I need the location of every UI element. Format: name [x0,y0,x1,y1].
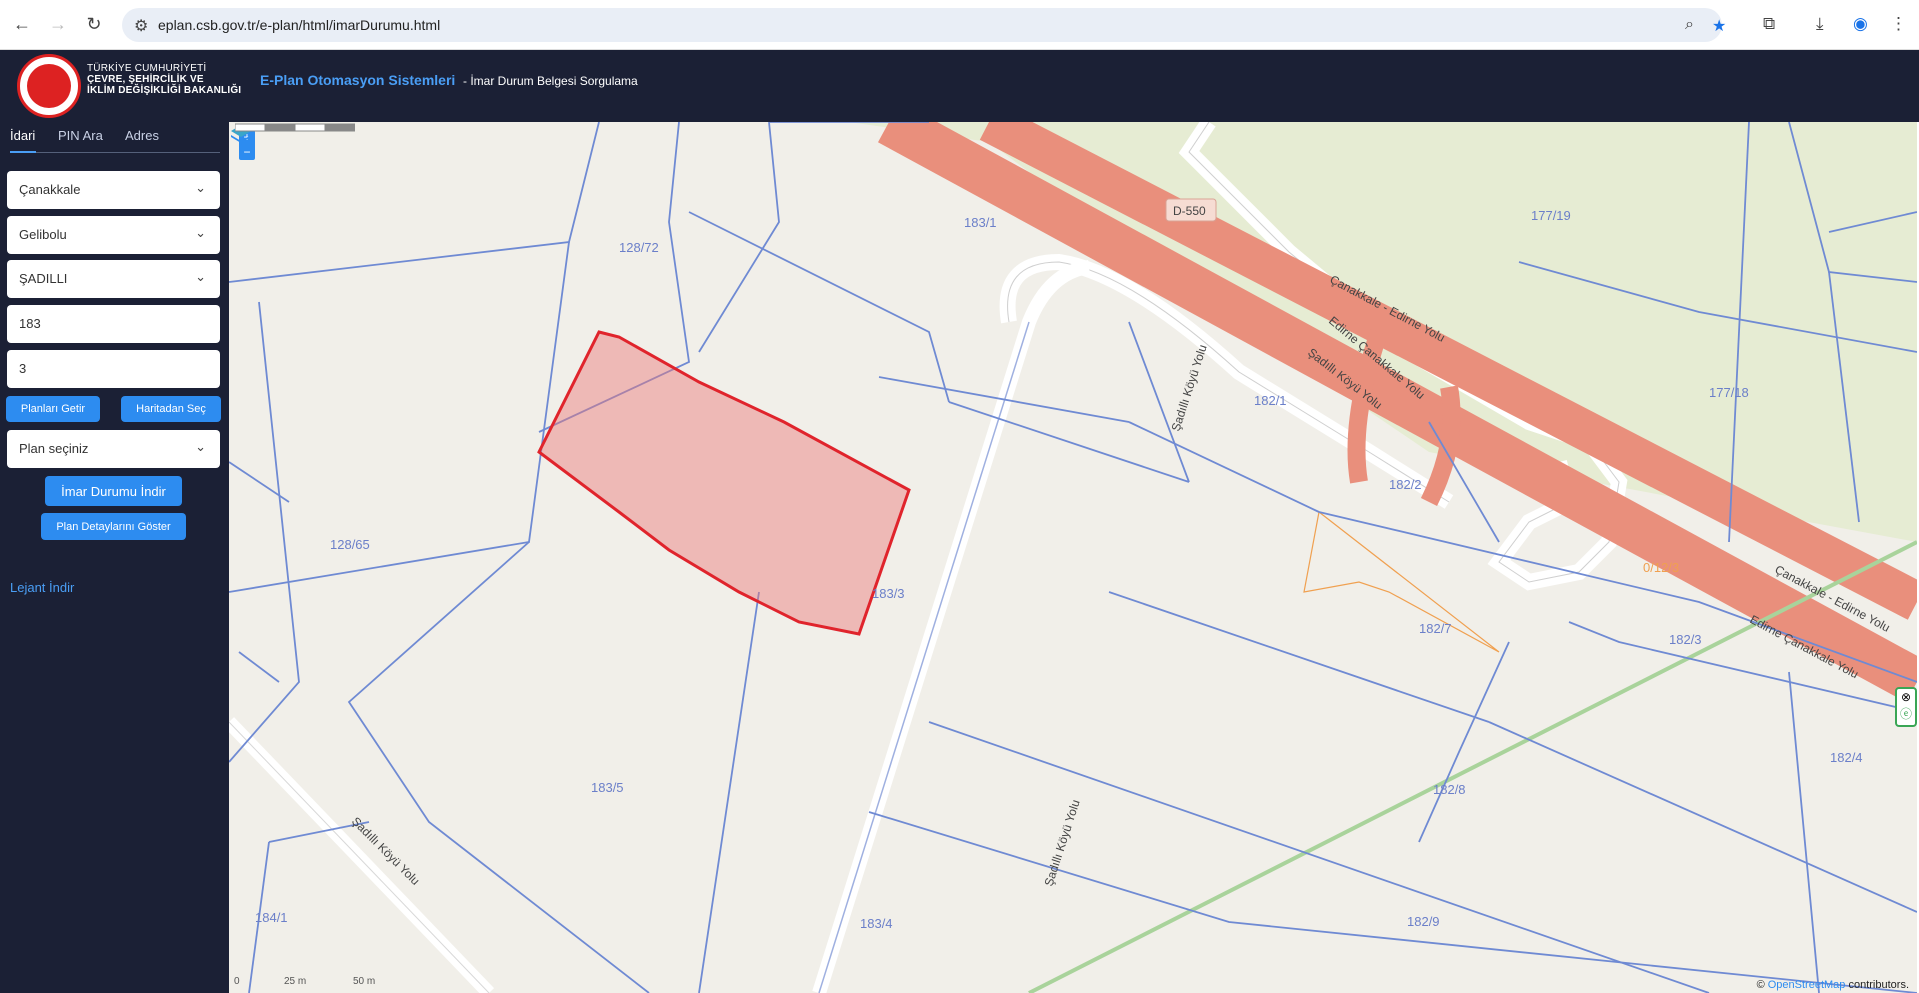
parcel-label: 128/65 [330,537,370,552]
parcel-label: 184/1 [255,910,288,925]
plan-select-value: Plan seçiniz [19,441,89,456]
road-label: Edirne Çanakkale Yolu [1748,612,1861,681]
scale-label-25: 25 m [284,976,307,987]
tab-adres[interactable]: Adres [125,128,159,143]
plan-details-button[interactable]: Plan Detaylarını Göster [41,513,186,540]
forward-icon[interactable]: → [46,12,70,36]
parcel-label: 182/7 [1419,621,1452,636]
parcel-label: 183/1 [964,215,997,230]
attribution-suffix: contributors. [1848,979,1909,991]
province-value: Çanakkale [19,182,81,197]
tab-divider [10,152,220,153]
scale-label-50: 50 m [353,976,376,987]
menu-icon[interactable]: ⋮ [1890,14,1907,34]
plan-select[interactable]: Plan seçiniz ⌄ [7,430,220,468]
parcel-label: 182/1 [1254,393,1287,408]
chevron-down-icon: ⌄ [195,180,206,195]
select-from-map-button[interactable]: Haritadan Seç [121,396,221,422]
parcel-label: 182/4 [1830,750,1863,765]
label-layer: 128/72 183/1 177/19 177/18 182/1 182/2 1… [255,198,1893,931]
parcel-value: 3 [19,361,27,376]
chevron-down-icon: ⌄ [195,225,206,240]
parcel-label: 128/72 [619,240,659,255]
app-header: TÜRKİYE CUMHURİYETİ ÇEVRE, ŞEHİRCİLİK VE… [0,50,1919,122]
parcel-label: 183/4 [860,916,893,931]
chevron-down-icon: ⌄ [195,269,206,284]
parcel-label: 0/12/3 [1643,560,1679,575]
road-label: Şadıllı Köyü Yolu [1042,798,1083,888]
close-circle-icon[interactable]: ⊗ [1897,689,1915,706]
attribution-prefix: © [1756,979,1765,991]
district-select[interactable]: Gelibolu ⌄ [7,216,220,254]
address-bar[interactable]: ⚙ eplan.csb.gov.tr/e-plan/html/imarDurum… [122,8,1726,42]
download-zoning-button[interactable]: İmar Durumu İndir [45,476,182,506]
zoom-out-button[interactable]: − [239,145,255,160]
app-subtitle: - İmar Durum Belgesi Sorgulama [463,74,638,88]
road-label: Şadıllı Köyü Yolu [1169,343,1210,433]
province-select[interactable]: Çanakkale ⌄ [7,171,220,209]
parcel-label: 177/19 [1531,208,1571,223]
road-label: Çanakkale - Edirne Yolu [1773,562,1893,634]
scale-label-0: 0 [234,976,240,987]
parcel-label: 182/3 [1669,632,1702,647]
parcel-label: 182/9 [1407,914,1440,929]
parcel-label: 183/3 [872,586,905,601]
app-title: E-Plan Otomasyon Sistemleri [260,72,456,88]
tab-idari[interactable]: İdari [10,128,35,143]
d550-shield: D-550 [1165,198,1217,222]
map-view[interactable]: 128/72 183/1 177/19 177/18 182/1 182/2 1… [229,122,1917,993]
side-tools: ⊗ ⓔ [1895,687,1917,727]
scale-bar [235,123,355,132]
tab-pin-ara[interactable]: PIN Ara [58,128,103,143]
profile-icon[interactable]: ◉ [1853,14,1868,34]
sidebar: İdari PIN Ara Adres Çanakkale ⌄ Gelibolu… [0,122,229,993]
parcel-input[interactable]: 3 [7,350,220,388]
download-icon[interactable]: ⤓ [1816,14,1824,34]
reload-icon[interactable]: ↻ [82,12,106,36]
back-icon[interactable]: ← [10,12,34,36]
parcel-label: 182/8 [1433,782,1466,797]
get-plans-button[interactable]: Planları Getir [6,396,100,422]
info-circle-icon[interactable]: ⓔ [1897,706,1915,723]
legend-download-link[interactable]: Lejant İndir [10,580,74,595]
road-label-d550: D-550 [1173,204,1206,218]
parcel-label: 183/5 [591,780,624,795]
block-value: 183 [19,316,41,331]
url-text[interactable]: eplan.csb.gov.tr/e-plan/html/imarDurumu.… [158,17,440,33]
parcel-label: 182/2 [1389,477,1422,492]
neighborhood-select[interactable]: ŞADILLI ⌄ [7,260,220,298]
bookmark-star-icon[interactable]: ★ [1712,16,1726,36]
osm-link[interactable]: OpenStreetMap [1768,979,1846,991]
block-input[interactable]: 183 [7,305,220,343]
site-info-icon[interactable]: ⚙ [134,16,148,36]
extensions-icon[interactable]: ⧉ [1763,14,1775,34]
neighborhood-value: ŞADILLI [19,271,68,286]
district-value: Gelibolu [19,227,67,242]
road-label: Şadıllı Köyü Yolu [349,814,423,888]
ministry-line-3: İKLİM DEĞİŞİKLİĞİ BAKANLIĞI [87,85,242,96]
ministry-line-2: ÇEVRE, ŞEHİRCİLİK VE [87,74,204,85]
parcel-label: 177/18 [1709,385,1749,400]
browser-toolbar: ← → ↻ ⚙ eplan.csb.gov.tr/e-plan/html/ima… [0,0,1919,50]
map-attribution: © OpenStreetMap contributors. [1757,979,1909,991]
ministry-logo [17,54,81,118]
ministry-line-1: TÜRKİYE CUMHURİYETİ [87,63,207,74]
chevron-down-icon: ⌄ [195,439,206,454]
tab-active-indicator [10,151,36,153]
zoom-icon[interactable]: ⌕ [1685,16,1694,34]
